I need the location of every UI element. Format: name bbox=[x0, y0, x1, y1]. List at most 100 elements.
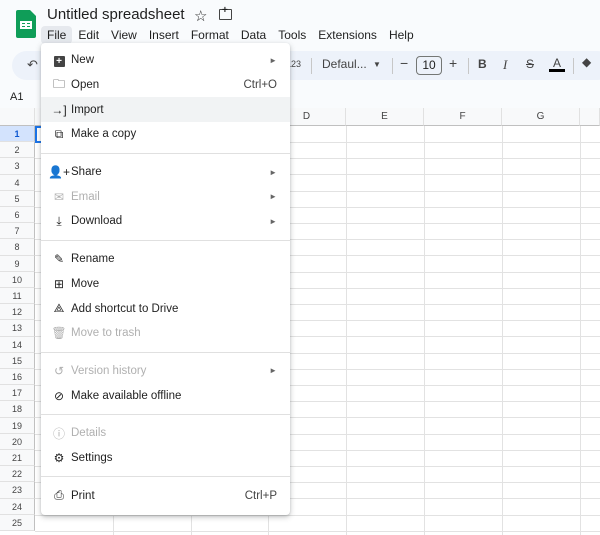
column-header-g[interactable]: G bbox=[502, 108, 580, 126]
row-header-1[interactable]: 1 bbox=[0, 126, 35, 143]
font-size-input[interactable]: 10 bbox=[416, 56, 442, 75]
star-icon[interactable]: ☆ bbox=[194, 7, 207, 25]
menu-item-new[interactable]: + New ► bbox=[41, 48, 290, 73]
row-header-5[interactable]: 5 bbox=[0, 190, 35, 207]
toolbar-separator bbox=[392, 58, 393, 74]
menu-item-label: Import bbox=[71, 103, 104, 116]
row-header-3[interactable]: 3 bbox=[0, 158, 35, 175]
copy-icon: ⧉ bbox=[54, 126, 64, 141]
select-all-corner[interactable] bbox=[0, 108, 35, 126]
menubar: File Edit View Insert Format Data Tools … bbox=[41, 26, 420, 44]
row-header-24[interactable]: 24 bbox=[0, 498, 35, 515]
row-header-19[interactable]: 19 bbox=[0, 417, 35, 434]
row-header-10[interactable]: 10 bbox=[0, 271, 35, 288]
move-folder-icon[interactable] bbox=[219, 5, 232, 20]
menu-item-share[interactable]: 👤+ Share ► bbox=[41, 160, 290, 185]
menu-item-open[interactable]: 🗀 Open Ctrl+O bbox=[41, 73, 290, 98]
strikethrough-button[interactable]: S bbox=[526, 57, 534, 71]
share-icon: 👤+ bbox=[48, 165, 70, 180]
menu-item-print[interactable]: ⎙ Print Ctrl+P bbox=[41, 483, 290, 508]
menu-item-label: Print bbox=[71, 489, 95, 502]
menu-item-label: Download bbox=[71, 215, 123, 228]
row-header-11[interactable]: 11 bbox=[0, 288, 35, 305]
grid-line bbox=[502, 126, 503, 535]
menu-item-label: Move to trash bbox=[71, 327, 141, 340]
row-header-6[interactable]: 6 bbox=[0, 207, 35, 224]
menu-item-rename[interactable]: ✎ Rename bbox=[41, 247, 290, 272]
menu-view[interactable]: View bbox=[105, 26, 143, 44]
row-header-12[interactable]: 12 bbox=[0, 304, 35, 321]
menu-item-make-available-offline[interactable]: ⊘ Make available offline bbox=[41, 383, 290, 408]
row-header-23[interactable]: 23 bbox=[0, 482, 35, 499]
row-header-17[interactable]: 17 bbox=[0, 385, 35, 402]
menu-item-label: Rename bbox=[71, 253, 115, 266]
menu-insert[interactable]: Insert bbox=[143, 26, 185, 44]
row-header-25[interactable]: 25 bbox=[0, 514, 35, 531]
shortcut-label: Ctrl+O bbox=[243, 79, 277, 92]
row-header-16[interactable]: 16 bbox=[0, 369, 35, 386]
menu-item-make-a-copy[interactable]: ⧉ Make a copy bbox=[41, 122, 290, 147]
folder-icon: 🗀 bbox=[52, 76, 65, 91]
menu-edit[interactable]: Edit bbox=[72, 26, 105, 44]
menu-item-download[interactable]: ⤓ Download ► bbox=[41, 209, 290, 234]
row-header-4[interactable]: 4 bbox=[0, 174, 35, 191]
fill-color-icon[interactable]: ◆ bbox=[582, 55, 591, 69]
toolbar-separator bbox=[468, 58, 469, 74]
column-header-f[interactable]: F bbox=[424, 108, 502, 126]
menu-item-label: Share bbox=[71, 166, 102, 179]
column-header-e[interactable]: E bbox=[346, 108, 424, 126]
text-color-button[interactable]: A bbox=[549, 57, 565, 72]
menu-item-label: New bbox=[71, 54, 95, 67]
history-icon: ↺ bbox=[53, 363, 65, 378]
menu-item-settings[interactable]: ⚙ Settings bbox=[41, 446, 290, 471]
menu-item-add-shortcut-to-drive[interactable]: ⟁ Add shortcut to Drive bbox=[41, 296, 290, 321]
row-header-18[interactable]: 18 bbox=[0, 401, 35, 418]
menu-item-label: Add shortcut to Drive bbox=[71, 302, 179, 315]
increase-font-size-button[interactable]: + bbox=[449, 55, 457, 71]
row-header-21[interactable]: 21 bbox=[0, 450, 35, 467]
menu-item-label: Version history bbox=[71, 364, 147, 377]
add-shortcut-icon: ⟁ bbox=[53, 301, 65, 316]
font-family-select[interactable]: Defaul... bbox=[322, 57, 367, 71]
italic-button[interactable]: I bbox=[503, 57, 507, 73]
menu-item-label: Make a copy bbox=[71, 128, 137, 141]
menu-divider bbox=[41, 239, 290, 241]
menu-item-details: ⓘ Details bbox=[41, 421, 290, 446]
shortcut-label: Ctrl+P bbox=[244, 489, 277, 502]
grid-line bbox=[580, 126, 581, 535]
menu-item-label: Open bbox=[71, 79, 100, 92]
font-dropdown-icon[interactable]: ▼ bbox=[373, 60, 381, 69]
row-header-2[interactable]: 2 bbox=[0, 142, 35, 159]
menu-item-label: Make available offline bbox=[71, 389, 182, 402]
menu-extensions[interactable]: Extensions bbox=[312, 26, 383, 44]
menu-format[interactable]: Format bbox=[185, 26, 235, 44]
row-header-8[interactable]: 8 bbox=[0, 239, 35, 256]
row-header-22[interactable]: 22 bbox=[0, 466, 35, 483]
undo-icon[interactable]: ↶ bbox=[27, 57, 38, 73]
sheets-logo[interactable] bbox=[16, 10, 36, 38]
bold-button[interactable]: B bbox=[478, 57, 487, 71]
submenu-arrow-icon: ► bbox=[269, 366, 277, 376]
file-menu: + New ► 🗀 Open Ctrl+O →] Import ⧉ Make a copy 👤+ Sh… bbox=[41, 43, 290, 515]
menu-item-label: Email bbox=[71, 190, 100, 203]
move-icon: ⊞ bbox=[53, 276, 65, 291]
email-icon: ✉ bbox=[53, 189, 65, 204]
name-box[interactable]: A1 bbox=[10, 91, 23, 103]
row-header-20[interactable]: 20 bbox=[0, 433, 35, 450]
decrease-font-size-button[interactable]: − bbox=[400, 55, 408, 71]
row-header-9[interactable]: 9 bbox=[0, 255, 35, 272]
menu-help[interactable]: Help bbox=[383, 26, 420, 44]
row-header-14[interactable]: 14 bbox=[0, 336, 35, 353]
row-header-13[interactable]: 13 bbox=[0, 320, 35, 337]
document-title[interactable]: Untitled spreadsheet bbox=[47, 6, 185, 23]
grid-line bbox=[35, 530, 600, 532]
row-header-7[interactable]: 7 bbox=[0, 223, 35, 240]
menu-item-import[interactable]: →] Import bbox=[41, 97, 290, 123]
trash-icon: 🗑 bbox=[51, 326, 67, 341]
menu-tools[interactable]: Tools bbox=[272, 26, 312, 44]
menu-file[interactable]: File bbox=[41, 26, 73, 44]
menu-data[interactable]: Data bbox=[235, 26, 272, 44]
row-header-15[interactable]: 15 bbox=[0, 352, 35, 369]
menu-item-move[interactable]: ⊞ Move bbox=[41, 272, 290, 297]
column-header-h[interactable] bbox=[580, 108, 600, 126]
